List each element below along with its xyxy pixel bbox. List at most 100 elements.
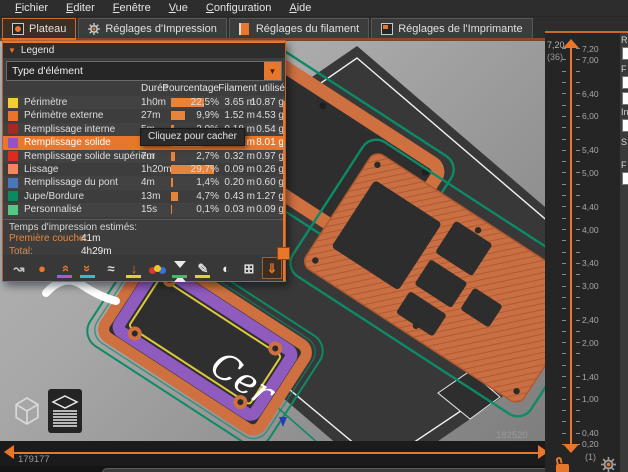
legend-row-p-rim-tre[interactable]: Périmètre1h0m22,5%3.65 m10.87 g — [3, 96, 285, 109]
minor-tick — [576, 365, 580, 366]
estimated-time-icon[interactable] — [170, 257, 190, 279]
seams-icon[interactable]: ● — [32, 257, 52, 279]
feature-duration: 7m — [141, 151, 155, 162]
lock-icon[interactable] — [556, 464, 569, 472]
percentage-bar — [171, 178, 173, 187]
tab-r-glages-d-impression[interactable]: Réglages d'Impression — [78, 18, 227, 38]
menu-item-aide[interactable]: Aide — [280, 1, 320, 15]
cutoff-label-fragment: In — [621, 107, 628, 117]
shells-icon[interactable]: ≈ — [101, 257, 121, 279]
tick-label: 6,00 — [582, 111, 599, 121]
shells-icon-glyph: ≈ — [107, 262, 114, 275]
feature-color-swatch — [8, 164, 18, 174]
minor-tick — [576, 48, 580, 49]
view-layers-button[interactable] — [48, 389, 82, 433]
minor-tick — [562, 172, 566, 173]
collapse-triangle-icon: ▼ — [8, 46, 16, 55]
legend-row-p-rim-tre-externe[interactable]: Périmètre externe27m9,9%1.52 m4.53 g — [3, 109, 285, 122]
plate-icon — [12, 23, 24, 35]
legend-scrollbar-thumb[interactable] — [277, 247, 290, 260]
wireframe-icon[interactable]: ⊞ — [239, 257, 259, 279]
slicer-window: FichierEditerFenêtreVueConfigurationAide… — [0, 0, 628, 472]
times-heading: Temps d'impression estimés: — [9, 222, 285, 233]
minor-tick — [576, 353, 580, 354]
element-type-dropdown[interactable]: Type d'élément ▼ — [6, 61, 282, 81]
tick-label: 4,40 — [582, 202, 599, 212]
minor-tick — [562, 71, 566, 72]
cutoff-label-fragment: F — [621, 64, 627, 74]
legend-row-personnalis-[interactable]: Personnalisé15s0,1%0.03 m0.09 g — [3, 203, 285, 216]
feature-color-swatch — [8, 191, 18, 201]
contrast-icon[interactable]: ◐ — [216, 257, 236, 279]
minor-tick — [576, 150, 580, 151]
travel-moves-icon[interactable]: ↝ — [9, 257, 29, 279]
legend-row-remplissage-du-pont[interactable]: Remplissage du pont4m1,4%0.20 m0.60 g — [3, 176, 285, 189]
marker-tool-icon-glyph: ⇓ — [267, 262, 278, 275]
pause-prints-icon-glyph: ↓ — [131, 262, 138, 275]
wireframe-icon-glyph: ⊞ — [244, 262, 255, 275]
layer-slider-handle-bottom[interactable] — [563, 444, 579, 453]
feature-label: Personnalisé — [24, 204, 82, 215]
feature-label: Remplissage du pont — [24, 177, 118, 188]
gcode-range-right-value: 182520 — [496, 430, 528, 441]
minor-tick — [576, 387, 580, 388]
minor-tick — [576, 433, 580, 434]
color-changes-icon[interactable] — [147, 257, 167, 279]
minor-tick — [562, 59, 566, 60]
retractions-icon[interactable]: » — [78, 257, 98, 279]
legend-row-remplissage-solide-sup-rieur[interactable]: Remplissage solide supérieur7m2,7%0.32 m… — [3, 150, 285, 163]
icon-underline — [172, 275, 187, 278]
printer-icon — [381, 23, 393, 35]
minor-tick — [562, 218, 566, 219]
bed-logo-scribble — [46, 281, 116, 302]
gcode-range-handle-left[interactable] — [4, 445, 14, 459]
marker-tool-icon[interactable]: ⇓ — [262, 257, 282, 279]
cutoff-label-fragment: R — [621, 35, 628, 45]
minor-tick — [562, 399, 566, 400]
legend-row-lissage[interactable]: Lissage1h20m29,7%0.09 m0.26 g — [3, 163, 285, 176]
tab-label: Réglages de l'Imprimante — [398, 23, 522, 35]
cutoff-input-fragment — [622, 92, 628, 105]
tick-label: 7,20 — [582, 44, 599, 54]
minor-tick — [562, 376, 566, 377]
dropdown-arrow-icon[interactable]: ▼ — [264, 62, 281, 80]
gear-icon[interactable] — [601, 457, 616, 472]
feature-weight: 0.26 g — [249, 164, 284, 175]
gear-icon — [88, 23, 100, 35]
minor-tick — [562, 139, 566, 140]
menu-item-fichier[interactable]: Fichier — [6, 1, 57, 15]
feature-duration: 4m — [141, 177, 155, 188]
minor-tick — [576, 105, 580, 106]
menu-item-editer[interactable]: Editer — [57, 1, 104, 15]
menu-item-vue[interactable]: Vue — [160, 1, 197, 15]
layer-slider-handle-top[interactable] — [563, 39, 579, 48]
view-3d-button[interactable] — [10, 389, 44, 433]
layer-slider-track[interactable] — [570, 48, 572, 444]
menu-item-configuration[interactable]: Configuration — [197, 1, 280, 15]
tab-r-glages-du-filament[interactable]: Réglages du filament — [229, 18, 369, 38]
legend-scrollbar[interactable] — [283, 101, 285, 281]
minor-tick — [562, 150, 566, 151]
minor-tick — [576, 376, 580, 377]
pause-prints-icon[interactable]: ↓ — [124, 257, 144, 279]
legend-header[interactable]: ▼ Legend — [3, 41, 285, 58]
menu-item-fentre[interactable]: Fenêtre — [104, 1, 160, 15]
tab-plateau[interactable]: Plateau — [2, 18, 76, 38]
minor-tick — [562, 286, 566, 287]
tooltip: Cliquez pour cacher — [140, 128, 245, 146]
unretractions-icon[interactable]: » — [55, 257, 75, 279]
minor-tick — [576, 263, 580, 264]
tab-r-glages-de-l-imprimante[interactable]: Réglages de l'Imprimante — [371, 18, 532, 38]
minor-tick — [562, 206, 566, 207]
seams-icon-glyph: ● — [38, 262, 46, 275]
minor-tick — [576, 342, 580, 343]
minor-tick — [562, 308, 566, 309]
legend-row-jupe-bordure[interactable]: Jupe/Bordure13m4,7%0.43 m1.27 g — [3, 190, 285, 203]
feature-weight: 4.53 g — [249, 110, 284, 121]
filament-icon — [239, 23, 251, 35]
gcode-range-left-value: 179177 — [18, 454, 50, 465]
percentage-bar — [171, 152, 175, 161]
gcode-range-track[interactable] — [12, 452, 541, 454]
tab-label: Plateau — [29, 23, 66, 35]
custom-gcode-icon[interactable]: ✎ — [193, 257, 213, 279]
